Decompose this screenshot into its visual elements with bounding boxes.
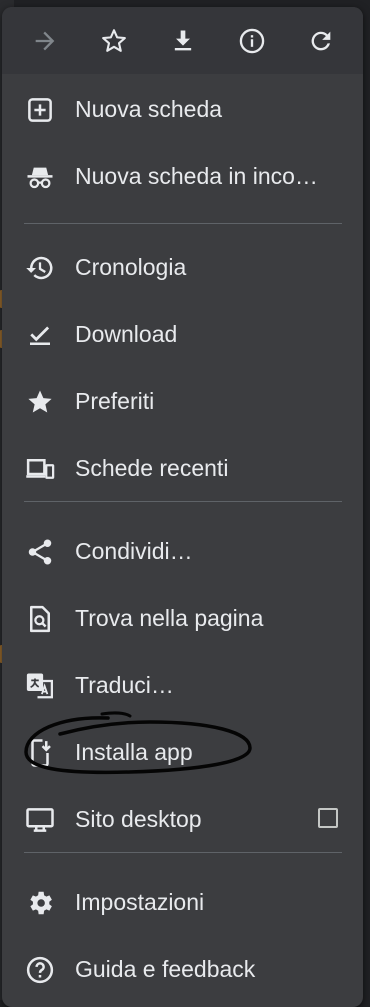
menu-item-label: Nuova scheda <box>75 96 223 122</box>
menu-item-label: Nuova scheda in inco… <box>75 163 318 189</box>
menu-item-label: Preferiti <box>75 388 155 414</box>
menu-item-downloads[interactable]: Download <box>2 301 363 368</box>
refresh-button[interactable] <box>297 17 345 65</box>
download-icon <box>174 30 191 50</box>
menu-item-help-feedback[interactable]: Guida e feedback <box>2 936 363 1003</box>
overflow-menu: Nuova scheda Nuova scheda in inco… Crono… <box>2 7 363 1007</box>
refresh-icon <box>311 31 330 50</box>
menu-item-label: Guida e feedback <box>75 956 256 982</box>
star-icon <box>24 386 56 418</box>
menu-divider <box>24 501 342 502</box>
menu-item-bookmarks[interactable]: Preferiti <box>2 368 363 435</box>
bookmark-button[interactable] <box>90 17 138 65</box>
menu-item-new-incognito-tab[interactable]: Nuova scheda in inco… <box>2 143 363 210</box>
menu-item-label: Schede recenti <box>75 455 229 481</box>
menu-item-settings[interactable]: Impostazioni <box>2 869 363 936</box>
menu-item-translate[interactable]: Traduci… <box>2 652 363 719</box>
menu-item-install-app[interactable]: Installa app <box>2 719 363 786</box>
menu-item-label: Installa app <box>75 739 193 765</box>
menu-item-desktop-site[interactable]: Sito desktop <box>2 786 363 853</box>
gear-icon <box>24 887 56 919</box>
menu-item-find-in-page[interactable]: Trova nella pagina <box>2 585 363 652</box>
help-icon <box>24 954 56 986</box>
menu-item-label: Sito desktop <box>75 806 202 832</box>
menu-item-label: Cronologia <box>75 254 187 280</box>
devices-icon <box>24 453 56 485</box>
menu-item-recent-tabs[interactable]: Schede recenti <box>2 435 363 502</box>
menu-item-label: Download <box>75 321 178 347</box>
desktop-site-checkbox[interactable] <box>318 807 338 828</box>
forward-button[interactable] <box>21 17 69 65</box>
menu-item-new-tab[interactable]: Nuova scheda <box>2 76 363 143</box>
download-page-button[interactable] <box>159 17 207 65</box>
menu-item-share[interactable]: Condividi… <box>2 518 363 585</box>
find-in-page-icon <box>24 603 56 635</box>
new-tab-icon <box>24 94 56 126</box>
menu-item-label: Traduci… <box>75 672 174 698</box>
translate-icon <box>24 670 56 702</box>
menu-item-label: Condividi… <box>75 538 193 564</box>
menu-divider <box>24 223 342 224</box>
menu-divider <box>24 852 342 853</box>
menu-toolbar <box>2 7 363 74</box>
share-icon <box>24 536 56 568</box>
install-app-icon <box>24 737 56 769</box>
desktop-icon <box>24 804 56 836</box>
menu-item-label: Impostazioni <box>75 889 205 915</box>
incognito-icon <box>24 161 56 193</box>
menu-item-history[interactable]: Cronologia <box>2 234 363 301</box>
info-icon <box>239 28 264 53</box>
star-outline-icon <box>101 28 126 52</box>
page-info-button[interactable] <box>228 17 276 65</box>
menu-item-label: Trova nella pagina <box>75 605 264 631</box>
forward-arrow-icon <box>35 31 54 50</box>
downloads-check-icon <box>24 319 56 351</box>
history-icon <box>24 252 56 284</box>
